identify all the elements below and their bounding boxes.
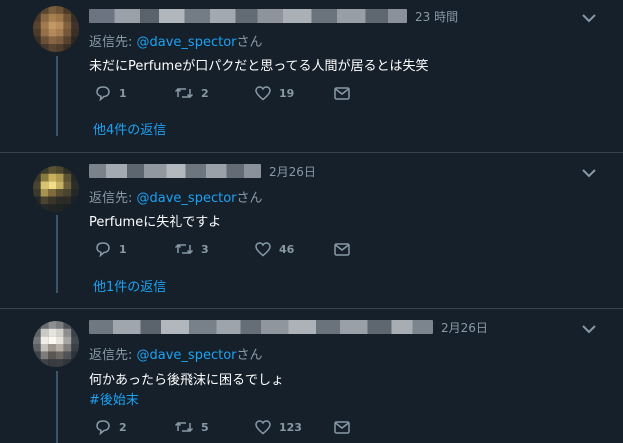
- thread-line: [56, 215, 58, 293]
- reply-mention-link[interactable]: @dave_spector: [137, 35, 237, 50]
- retweet-icon: [174, 418, 194, 436]
- dm-button[interactable]: [333, 84, 351, 102]
- reply-to: 返信先: @dave_spectorさん: [89, 31, 263, 50]
- tweet-1[interactable]: 23 時間 返信先: @dave_spectorさん 未だにPerfumeが口パ…: [0, 0, 623, 152]
- retweet-count: 3: [201, 242, 209, 256]
- dm-icon: [333, 84, 351, 102]
- thread-line: [56, 56, 58, 136]
- blurred-display-name[interactable]: [89, 9, 407, 23]
- reply-to-prefix: 返信先:: [89, 191, 137, 206]
- blurred-display-name[interactable]: [89, 320, 433, 334]
- reply-to-suffix: さん: [236, 348, 263, 363]
- retweet-count: 5: [201, 420, 209, 434]
- tweet-header: 2月26日: [89, 161, 316, 181]
- like-icon: [254, 84, 272, 102]
- avatar[interactable]: [33, 6, 79, 52]
- reply-to-prefix: 返信先:: [89, 35, 137, 50]
- tweet-3[interactable]: 2月26日 返信先: @dave_spectorさん 何かあったら後飛沫に困るで…: [0, 309, 623, 443]
- tweet-timestamp[interactable]: 23 時間: [415, 8, 458, 25]
- like-button[interactable]: 19: [254, 84, 294, 102]
- reply-mention-link[interactable]: @dave_spector: [137, 348, 237, 363]
- tweet-timestamp[interactable]: 2月26日: [441, 319, 488, 336]
- reply-count: 2: [119, 420, 127, 434]
- like-icon: [254, 418, 272, 436]
- reply-button[interactable]: 2: [94, 418, 127, 436]
- retweet-button[interactable]: 3: [174, 240, 209, 258]
- reply-to-suffix: さん: [236, 191, 263, 206]
- reply-to-suffix: さん: [236, 35, 263, 50]
- dm-button[interactable]: [333, 418, 351, 436]
- reply-to: 返信先: @dave_spectorさん: [89, 187, 263, 206]
- reply-mention-link[interactable]: @dave_spector: [137, 191, 237, 206]
- show-more-replies-link[interactable]: 他1件の返信: [93, 276, 166, 295]
- thread-line: [56, 371, 58, 443]
- tweet-header: 2月26日: [89, 317, 488, 337]
- tweet-2[interactable]: 2月26日 返信先: @dave_spectorさん Perfumeに失礼ですよ…: [0, 153, 623, 308]
- reply-button[interactable]: 1: [94, 84, 127, 102]
- like-icon: [254, 240, 272, 258]
- tweet-header: 23 時間: [89, 6, 458, 26]
- retweet-button[interactable]: 2: [174, 84, 209, 102]
- reply-count: 1: [119, 86, 127, 100]
- reply-count: 1: [119, 242, 127, 256]
- reply-icon: [94, 240, 112, 258]
- show-more-replies-link[interactable]: 他4件の返信: [93, 119, 166, 138]
- retweet-count: 2: [201, 86, 209, 100]
- tweet-text: Perfumeに失礼ですよ: [89, 215, 222, 230]
- like-button[interactable]: 123: [254, 418, 302, 436]
- dm-icon: [333, 240, 351, 258]
- avatar[interactable]: [33, 321, 79, 367]
- reply-to-prefix: 返信先:: [89, 348, 137, 363]
- reply-to: 返信先: @dave_spectorさん: [89, 344, 263, 363]
- tweet-text: 未だにPerfumeが口パクだと思ってる人間が居るとは失笑: [89, 59, 429, 74]
- tweet-text: 何かあったら後飛沫に困るでしょ: [89, 373, 285, 388]
- like-count: 46: [279, 242, 295, 256]
- caret-down-icon[interactable]: [579, 165, 599, 181]
- like-button[interactable]: 46: [254, 240, 294, 258]
- reply-icon: [94, 84, 112, 102]
- retweet-icon: [174, 240, 194, 258]
- timeline: 23 時間 返信先: @dave_spectorさん 未だにPerfumeが口パ…: [0, 0, 623, 443]
- dm-button[interactable]: [333, 240, 351, 258]
- hashtag-link[interactable]: #後始末: [89, 389, 139, 408]
- blurred-display-name[interactable]: [89, 164, 261, 178]
- retweet-button[interactable]: 5: [174, 418, 209, 436]
- reply-button[interactable]: 1: [94, 240, 127, 258]
- dm-icon: [333, 418, 351, 436]
- reply-icon: [94, 418, 112, 436]
- caret-down-icon[interactable]: [579, 321, 599, 337]
- retweet-icon: [174, 84, 194, 102]
- avatar[interactable]: [33, 166, 79, 212]
- like-count: 123: [279, 420, 302, 434]
- caret-down-icon[interactable]: [579, 10, 599, 26]
- like-count: 19: [279, 86, 295, 100]
- tweet-timestamp[interactable]: 2月26日: [269, 163, 316, 180]
